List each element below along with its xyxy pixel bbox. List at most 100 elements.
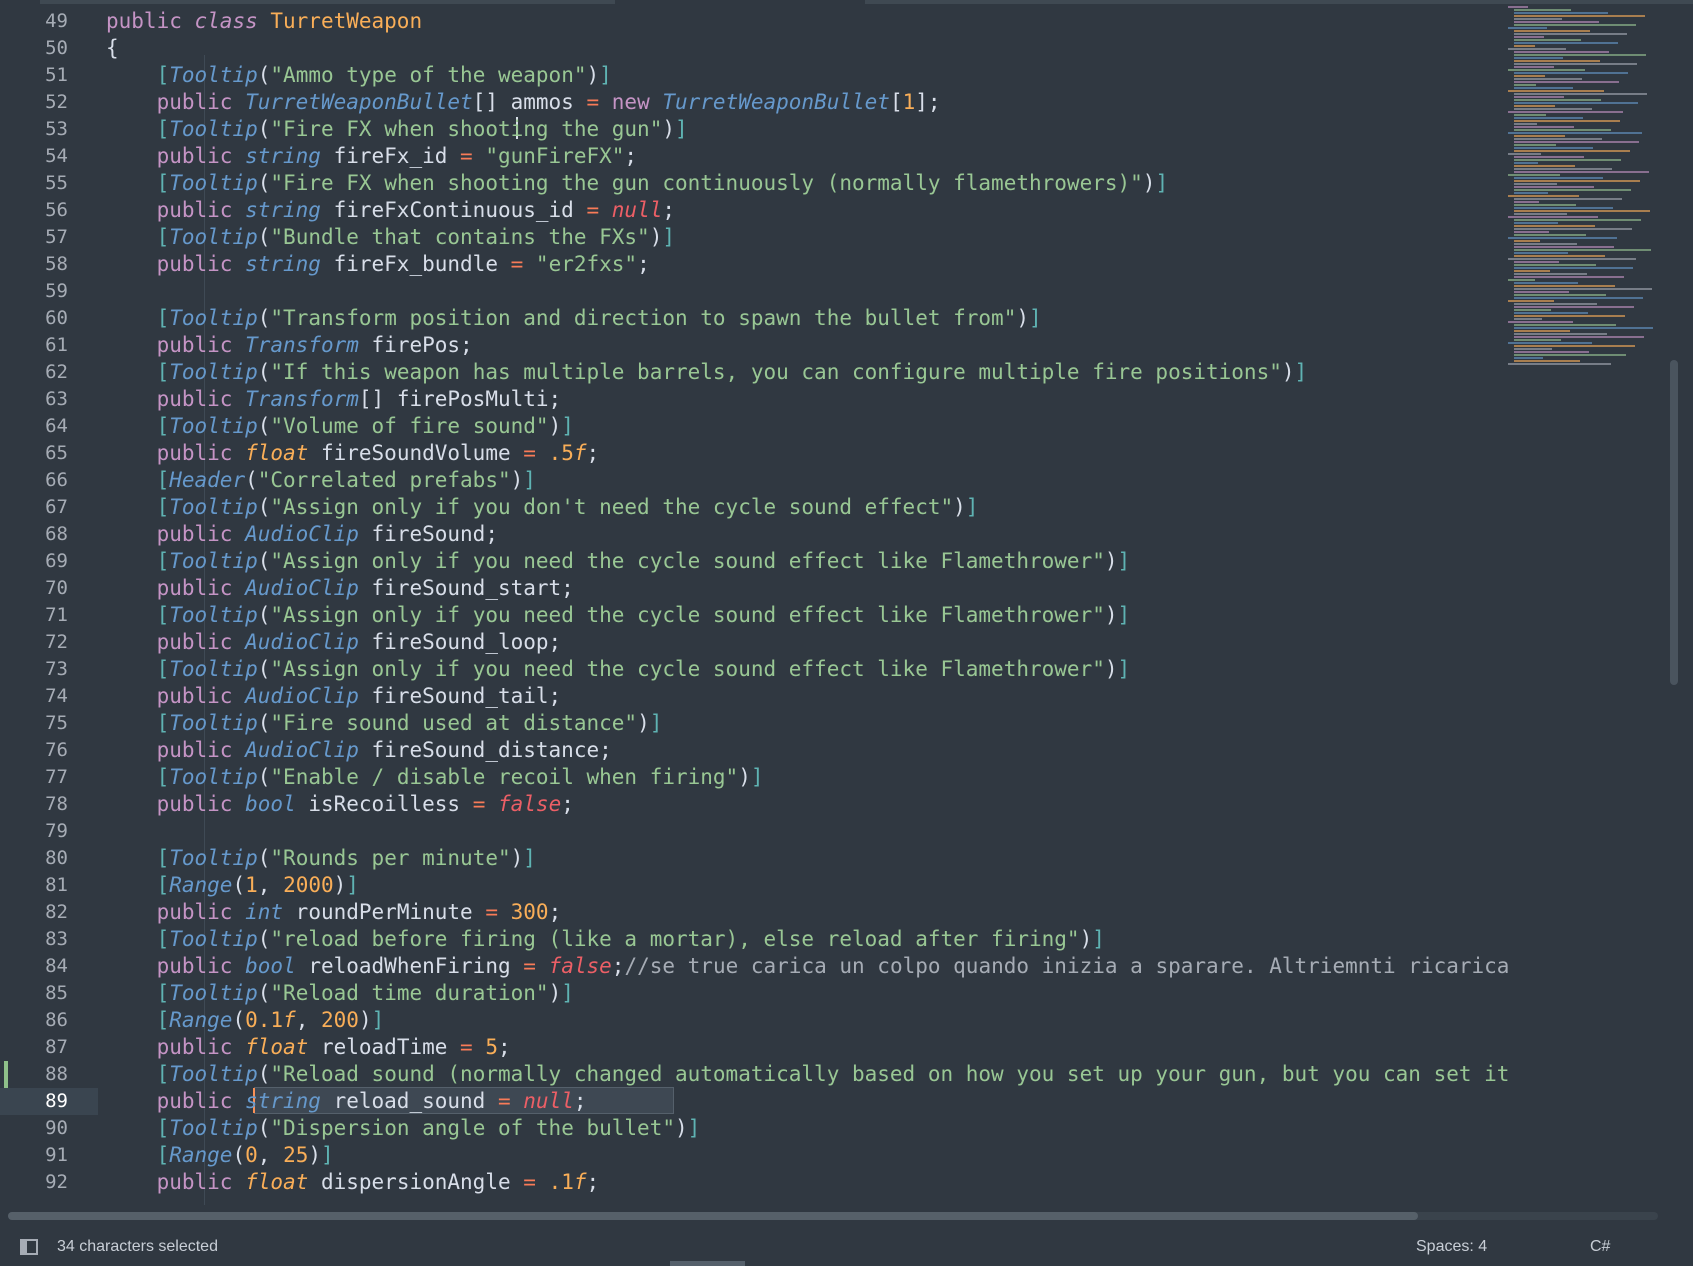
minimap-line	[1508, 237, 1617, 239]
minimap-line	[1514, 330, 1570, 332]
code-line[interactable]: public string reload_sound = null;	[106, 1088, 587, 1115]
code-token: Tooltip	[169, 549, 258, 573]
code-line[interactable]: [Range(0.1f, 200)]	[106, 1007, 385, 1034]
line-number: 60	[45, 307, 68, 329]
minimap-line	[1514, 126, 1574, 128]
line-number-gutter[interactable]: 49 50 51 52 53 54 55 56 57 58 59 60 61 62 63 64 65 66 67 68…	[0, 0, 98, 1208]
code-token: public	[156, 333, 246, 357]
code-line[interactable]: [Tooltip("Dispersion angle of the bullet…	[106, 1115, 701, 1142]
code-token: "Fire FX when shooting the gun continuou…	[270, 171, 1143, 195]
minimap[interactable]	[1508, 6, 1668, 366]
code-line[interactable]: public TurretWeaponBullet[] ammos = new …	[106, 89, 941, 116]
code-token: public	[156, 900, 246, 924]
code-token: (	[257, 63, 271, 87]
code-line[interactable]: public AudioClip fireSound;	[106, 521, 498, 548]
code-line[interactable]: [Tooltip("Reload sound (normally changed…	[106, 1061, 1508, 1088]
code-line[interactable]: public AudioClip fireSound_start;	[106, 575, 574, 602]
code-line[interactable]: [Tooltip("If this weapon has multiple ba…	[106, 359, 1308, 386]
code-token: (	[257, 657, 271, 681]
code-line[interactable]: public string fireFx_bundle = "er2fxs";	[106, 251, 650, 278]
code-line[interactable]: public class TurretWeapon	[106, 8, 422, 35]
code-line[interactable]: [Tooltip("Fire sound used at distance")]	[106, 710, 663, 737]
code-line[interactable]: [Tooltip("Transform position and directi…	[106, 305, 1042, 332]
minimap-line	[1514, 129, 1611, 131]
code-token: ]	[599, 63, 612, 87]
minimap-line	[1514, 15, 1645, 17]
code-line[interactable]: [Tooltip("Volume of fire sound")]	[106, 413, 574, 440]
minimap-line	[1514, 270, 1550, 272]
indentation-status[interactable]: Spaces: 4	[1416, 1238, 1487, 1256]
minimap-line	[1514, 99, 1601, 101]
code-line[interactable]: [Tooltip("Bundle that contains the FXs")…	[106, 224, 675, 251]
code-line[interactable]: [Tooltip("Enable / disable recoil when f…	[106, 764, 764, 791]
code-token: [	[156, 306, 170, 330]
line-number: 75	[45, 712, 68, 734]
code-token: ];	[915, 90, 941, 114]
code-token: fireSoundVolume	[308, 441, 524, 465]
code-line[interactable]: public int roundPerMinute = 300;	[106, 899, 562, 926]
code-line[interactable]: [Tooltip("Rounds per minute")]	[106, 845, 536, 872]
code-line[interactable]: public AudioClip fireSound_loop;	[106, 629, 562, 656]
code-token: [	[156, 981, 170, 1005]
minimap-line	[1508, 111, 1623, 113]
code-token: Tooltip	[169, 1116, 258, 1140]
line-number: 65	[45, 442, 68, 464]
code-line[interactable]: [Tooltip("Assign only if you need the cy…	[106, 548, 1131, 575]
panel-toggle-icon[interactable]	[20, 1239, 38, 1255]
horizontal-scrollbar-thumb[interactable]	[8, 1212, 1418, 1220]
code-token: ;	[498, 1035, 511, 1059]
code-line[interactable]: [Tooltip("Assign only if you need the cy…	[106, 602, 1131, 629]
minimap-line	[1514, 45, 1535, 47]
vertical-scrollbar-thumb[interactable]	[1670, 360, 1678, 685]
code-line[interactable]: public bool isRecoilless = false;	[106, 791, 574, 818]
syntax-status[interactable]: C#	[1590, 1238, 1610, 1256]
code-line[interactable]: [Tooltip("Assign only if you need the cy…	[106, 656, 1131, 683]
code-token: null	[611, 198, 663, 222]
code-line[interactable]: public float reloadTime = 5;	[106, 1034, 511, 1061]
horizontal-scrollbar[interactable]	[8, 1212, 1658, 1220]
code-line[interactable]: public AudioClip fireSound_distance;	[106, 737, 612, 764]
code-line[interactable]: public float dispersionAngle = .1f;	[106, 1169, 600, 1196]
code-token: Transform	[245, 333, 359, 357]
code-token: isRecoilless	[295, 792, 473, 816]
code-line[interactable]: [Range(1, 2000)]	[106, 872, 359, 899]
code-line[interactable]: [Range(0, 25)]	[106, 1142, 334, 1169]
code-line[interactable]: public bool reloadWhenFiring = false;//s…	[106, 953, 1508, 980]
code-token: int	[245, 900, 284, 924]
minimap-line	[1514, 72, 1628, 74]
code-token: (	[257, 549, 271, 573]
code-line[interactable]: [Tooltip("Ammo type of the weapon")]	[106, 62, 612, 89]
minimap-line	[1514, 246, 1614, 248]
code-editor[interactable]: public class TurretWeapon{ [Tooltip("Amm…	[98, 0, 1508, 1208]
line-number: 66	[45, 469, 68, 491]
code-line[interactable]: [Header("Correlated prefabs")]	[106, 467, 536, 494]
code-line[interactable]: [Tooltip("Reload time duration")]	[106, 980, 574, 1007]
code-line[interactable]: [Tooltip("Fire FX when shooting the gun"…	[106, 116, 688, 143]
code-token: Tooltip	[169, 981, 258, 1005]
code-line[interactable]: [Tooltip("reload before firing (like a m…	[106, 926, 1105, 953]
code-token: public	[156, 1089, 246, 1113]
code-token: )	[548, 981, 562, 1005]
line-number: 76	[45, 739, 68, 761]
minimap-line	[1514, 141, 1639, 143]
code-token: =	[485, 900, 498, 924]
code-token: =	[523, 1170, 536, 1194]
code-line[interactable]: [Tooltip("Fire FX when shooting the gun …	[106, 170, 1169, 197]
minimap-line	[1514, 51, 1609, 53]
code-token: [	[156, 360, 170, 384]
code-line[interactable]: [Tooltip("Assign only if you don't need …	[106, 494, 979, 521]
code-token: public	[106, 9, 195, 33]
code-line[interactable]: {	[106, 35, 119, 62]
minimap-line	[1514, 345, 1635, 347]
code-line[interactable]: public Transform firePos;	[106, 332, 473, 359]
code-line[interactable]: public float fireSoundVolume = .5f;	[106, 440, 600, 467]
bottom-handle[interactable]	[670, 1261, 745, 1266]
code-line[interactable]: public Transform[] firePosMulti;	[106, 386, 562, 413]
code-line[interactable]: public string fireFx_id = "gunFireFX";	[106, 143, 638, 170]
code-line[interactable]: public AudioClip fireSound_tail;	[106, 683, 562, 710]
code-token: .5	[548, 441, 574, 465]
code-token: public	[156, 792, 246, 816]
code-line[interactable]: public string fireFxContinuous_id = null…	[106, 197, 675, 224]
